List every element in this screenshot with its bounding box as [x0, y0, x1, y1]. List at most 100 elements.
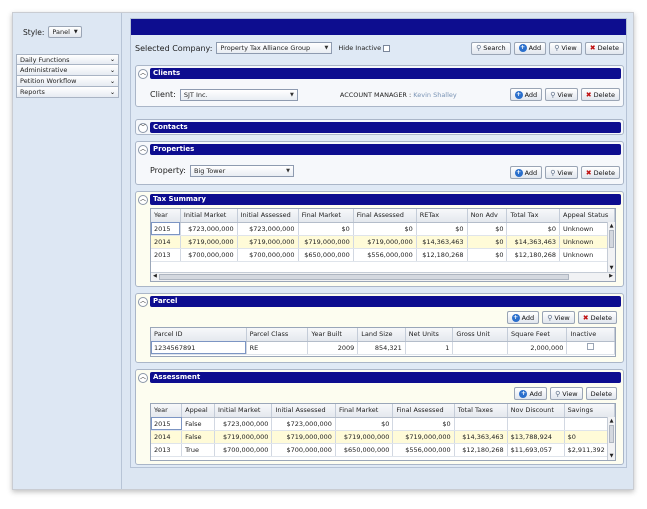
parcel-add-button[interactable]: + Add — [506, 311, 540, 324]
table-cell: $12,180,268 — [416, 248, 468, 262]
parcel-delete-button[interactable]: ✖ Delete — [577, 311, 617, 324]
sidebar-item-daily-functions[interactable]: Daily Functions ⌄ — [16, 54, 119, 65]
table-cell: $723,000,000 — [180, 222, 238, 236]
table-cell: False — [181, 430, 215, 444]
vertical-scrollbar[interactable]: ▲ ▼ — [607, 222, 615, 272]
company-view-button[interactable]: ⚲ View — [549, 41, 582, 55]
sidebar-item-administrative[interactable]: Administrative ⌄ — [16, 65, 119, 76]
table-row[interactable]: 2015 False $723,000,000 $723,000,000 $0 $0 — [151, 417, 615, 431]
collapse-icon[interactable]: ︿ — [138, 144, 148, 155]
client-select[interactable]: SJT Inc. ▼ — [179, 88, 298, 101]
table-row[interactable]: 2014 $719,000,000 $719,000,000 $719,000,000… — [151, 235, 615, 249]
table-row[interactable]: 2014 False $719,000,000 $719,000,000 $719,00… — [151, 430, 615, 444]
collapse-icon[interactable]: ︿ — [138, 372, 148, 383]
column-header[interactable]: Final Assessed — [353, 209, 417, 223]
column-header[interactable]: RETax — [416, 209, 468, 223]
table-cell: 2009 — [307, 341, 359, 355]
table-cell: RE — [246, 341, 309, 355]
column-header[interactable]: Land Size — [357, 328, 406, 342]
column-header[interactable]: Appeal — [181, 404, 215, 418]
column-header[interactable]: Total Taxes — [454, 404, 508, 418]
scroll-up-icon[interactable]: ▲ — [608, 223, 615, 229]
client-delete-button[interactable]: ✖ Delete — [580, 88, 620, 101]
inactive-checkbox[interactable] — [587, 343, 595, 350]
assessment-add-button[interactable]: + Add — [514, 387, 548, 400]
company-delete-button[interactable]: ✖ Delete — [584, 41, 624, 55]
hide-inactive-checkbox[interactable] — [383, 44, 391, 52]
column-header[interactable]: Initial Market — [180, 209, 238, 223]
expand-icon[interactable]: ﹀ — [138, 122, 148, 133]
client-add-button[interactable]: + Add — [509, 88, 543, 101]
column-header[interactable]: Square Feet — [507, 328, 568, 342]
column-header[interactable]: Gross Unit — [452, 328, 508, 342]
table-cell: $650,000,000 — [298, 248, 354, 262]
scroll-thumb[interactable] — [159, 274, 569, 280]
table-cell: $0 — [335, 417, 394, 431]
client-view-button[interactable]: ⚲ View — [545, 88, 578, 101]
column-header[interactable]: Savings — [564, 404, 615, 418]
scroll-down-icon[interactable]: ▼ — [608, 265, 615, 271]
add-button-label: Add — [524, 168, 538, 177]
column-header[interactable]: Appeal Status — [559, 209, 615, 223]
column-header[interactable]: Initial Assessed — [271, 404, 336, 418]
property-add-button[interactable]: + Add — [509, 166, 543, 179]
scroll-left-icon[interactable]: ◀ — [153, 273, 157, 279]
company-select[interactable]: Property Tax Alliance Group ▼ — [216, 42, 333, 54]
assessment-view-button[interactable]: ⚲ View — [550, 387, 583, 400]
column-header[interactable]: Final Market — [298, 209, 354, 223]
search-button[interactable]: ⚲ Search — [471, 41, 511, 55]
view-button-label: View — [557, 168, 573, 177]
view-button-label: View — [562, 389, 578, 398]
scroll-right-icon[interactable]: ▶ — [609, 273, 613, 279]
assessment-delete-button[interactable]: Delete — [585, 387, 617, 400]
collapse-icon[interactable]: ︿ — [138, 194, 148, 205]
column-header[interactable]: Year Built — [307, 328, 359, 342]
property-view-button[interactable]: ⚲ View — [545, 166, 578, 179]
vertical-scrollbar[interactable]: ▲ ▼ — [607, 417, 615, 460]
sidebar-item-reports[interactable]: Reports ⌄ — [16, 87, 119, 98]
table-row[interactable]: 2013 True $700,000,000 $700,000,000 $650,000… — [151, 443, 615, 457]
column-header[interactable]: Initial Assessed — [237, 209, 299, 223]
scroll-down-icon[interactable]: ▼ — [608, 453, 615, 459]
column-header[interactable]: Final Assessed — [392, 404, 455, 418]
scroll-up-icon[interactable]: ▲ — [608, 418, 615, 424]
property-delete-button[interactable]: ✖ Delete — [580, 166, 620, 179]
parcel-grid: Parcel ID Parcel Class Year Built Land Size… — [150, 327, 616, 357]
column-header[interactable]: Final Market — [335, 404, 394, 418]
style-select[interactable]: Panel ▼ — [48, 26, 82, 38]
column-header[interactable]: Nov Discount — [507, 404, 565, 418]
table-row[interactable]: 2015 $723,000,000 $723,000,000 $0 $0 $0 $0 $0 Un… — [151, 222, 615, 236]
top-banner — [131, 19, 626, 35]
property-select-value: Big Tower — [193, 166, 226, 175]
sidebar-item-petition-workflow[interactable]: Petition Workflow ⌄ — [16, 76, 119, 87]
table-cell: $719,000,000 — [392, 430, 455, 444]
column-header[interactable]: Parcel Class — [246, 328, 309, 342]
scroll-thumb[interactable] — [609, 230, 614, 248]
column-header[interactable]: Non Adv — [467, 209, 508, 223]
collapse-icon[interactable]: ︿ — [138, 296, 148, 307]
column-header[interactable]: Inactive — [566, 328, 615, 342]
account-manager: ACCOUNT MANAGER : Kevin Shalley — [340, 91, 457, 99]
company-add-button[interactable]: + Add — [513, 41, 547, 55]
chevron-down-icon: ▼ — [324, 45, 329, 51]
property-select[interactable]: Big Tower ▼ — [189, 164, 294, 177]
horizontal-scrollbar[interactable]: ◀ ▶ — [151, 272, 615, 281]
column-header[interactable]: Parcel ID — [151, 328, 247, 342]
table-cell — [507, 417, 565, 431]
sidebar-item-label: Daily Functions — [20, 55, 70, 64]
parcel-view-button[interactable]: ⚲ View — [542, 311, 575, 324]
column-header[interactable]: Year — [151, 209, 181, 223]
column-header[interactable]: Initial Market — [214, 404, 273, 418]
table-row[interactable]: 1234567891 RE 2009 854,321 1 2,000,000 — [151, 341, 615, 355]
table-row[interactable]: 2013 $700,000,000 $700,000,000 $650,000,000… — [151, 248, 615, 262]
chevron-down-icon: ⌄ — [109, 77, 115, 85]
table-cell: $0 — [467, 248, 508, 262]
column-header[interactable]: Year — [151, 404, 183, 418]
add-icon: + — [518, 44, 527, 52]
column-header[interactable]: Net Units — [405, 328, 454, 342]
scroll-thumb[interactable] — [609, 425, 614, 443]
collapse-icon[interactable]: ︿ — [138, 68, 148, 79]
table-cell: 2,000,000 — [507, 341, 568, 355]
chevron-down-icon: ▼ — [286, 167, 290, 174]
column-header[interactable]: Total Tax — [506, 209, 561, 223]
